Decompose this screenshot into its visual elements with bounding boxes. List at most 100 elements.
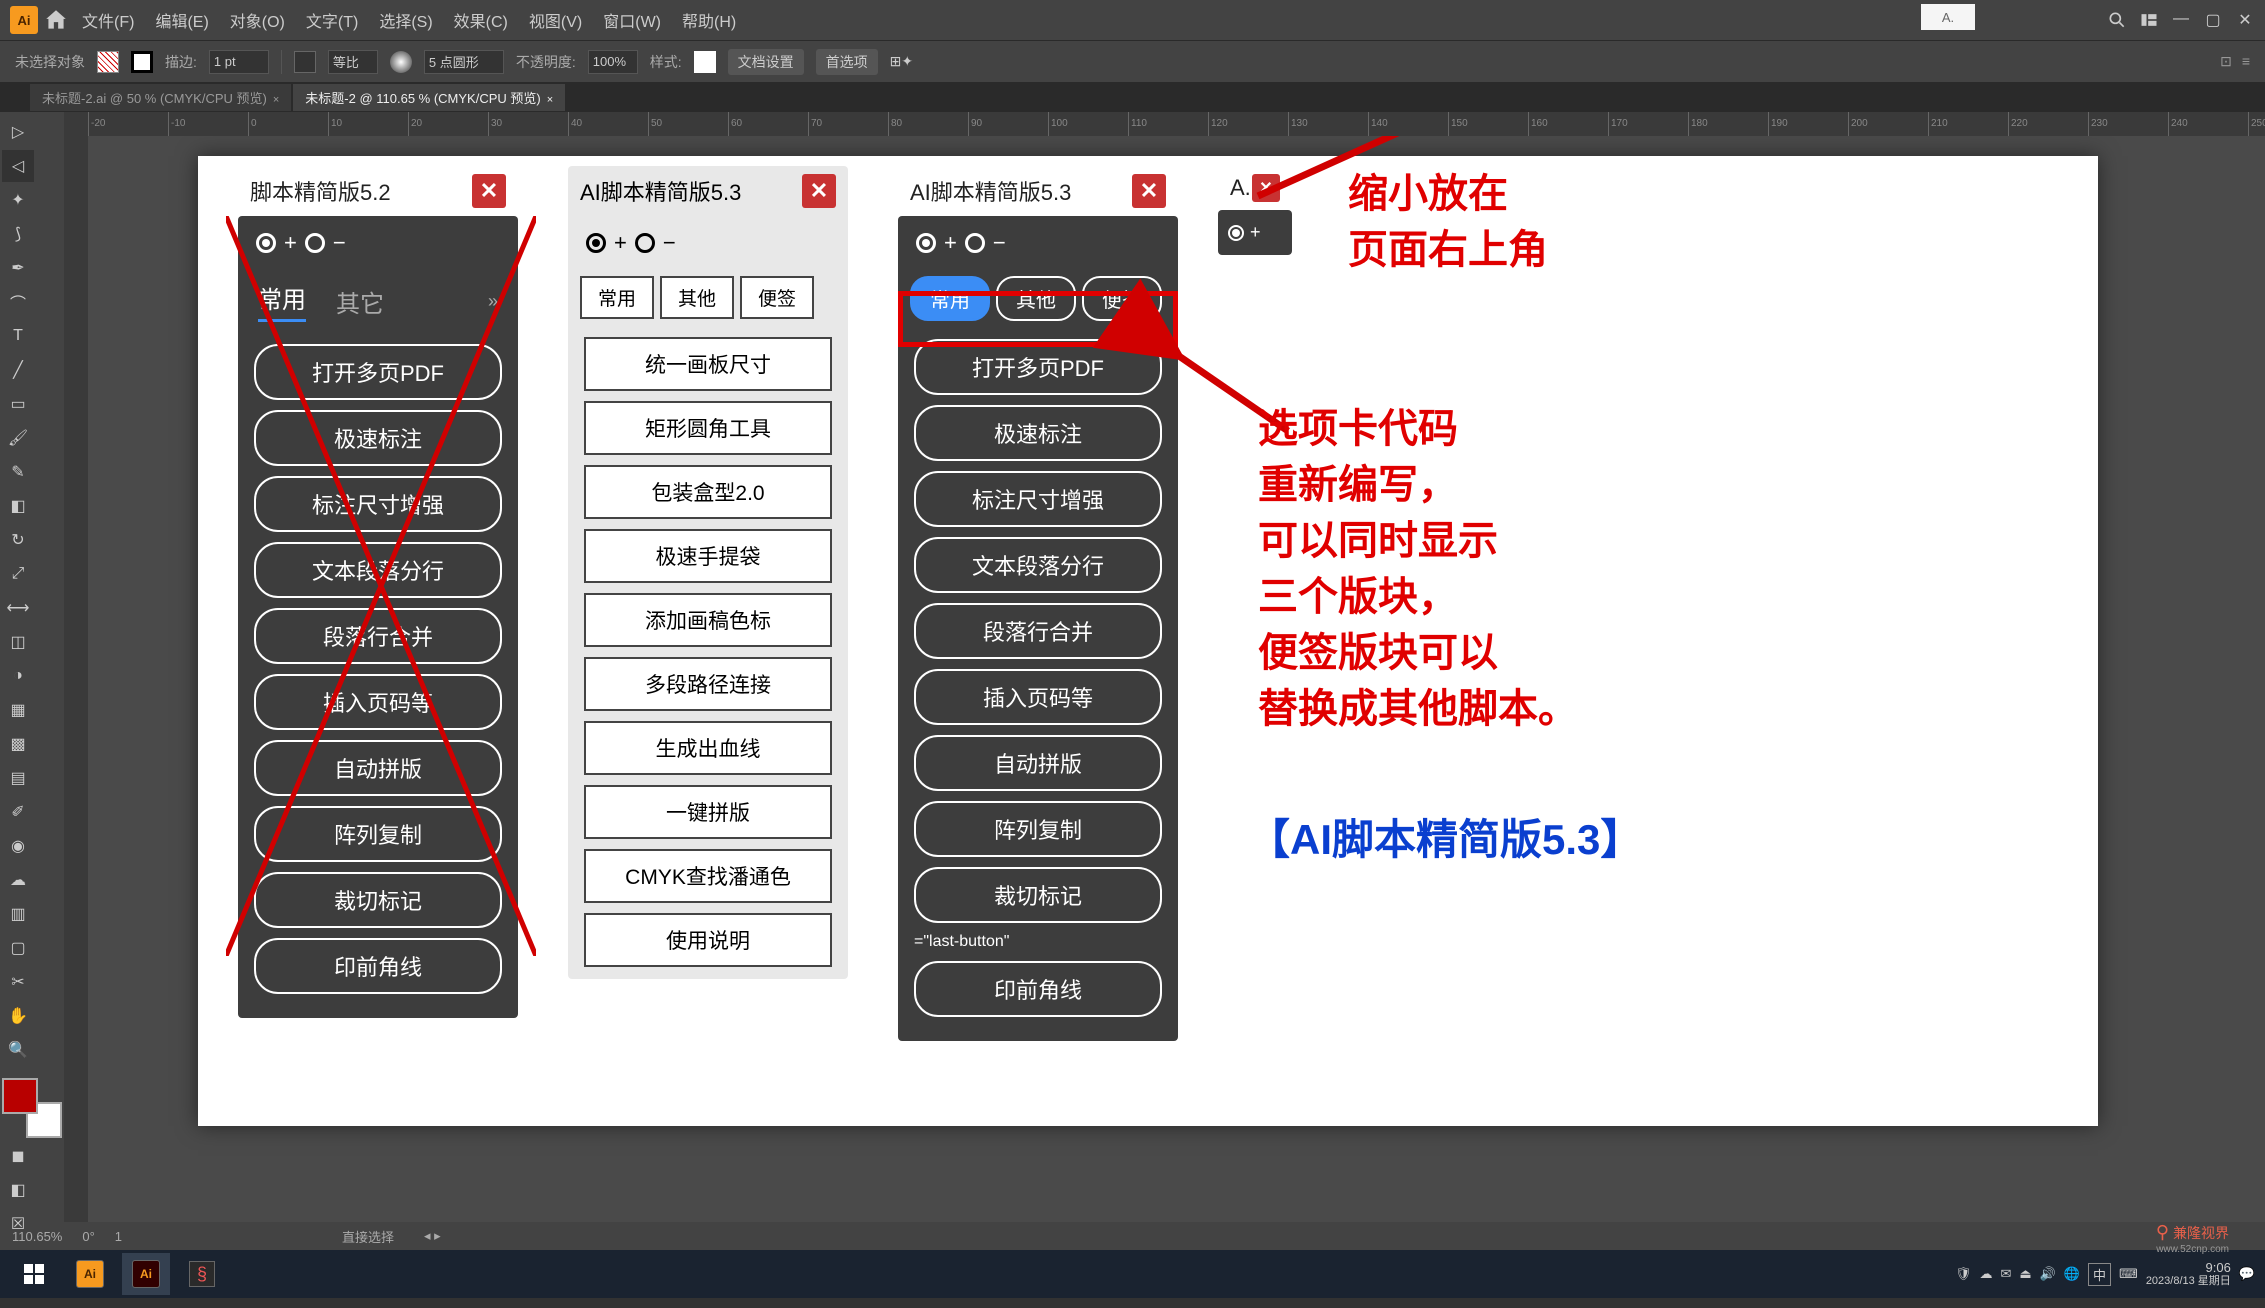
fill-mode-color[interactable]: ◼ bbox=[2, 1140, 34, 1172]
clock[interactable]: 9:06 2023/8/13 星期日 bbox=[2146, 1260, 2231, 1289]
artboard-nav[interactable]: 1 bbox=[115, 1229, 122, 1244]
radio-add[interactable] bbox=[586, 233, 606, 253]
scale-tool[interactable]: ⤢ bbox=[2, 558, 34, 590]
fill-swatch[interactable] bbox=[97, 51, 119, 73]
search-icon[interactable] bbox=[2107, 10, 2127, 30]
script-button[interactable]: 极速手提袋 bbox=[584, 529, 832, 583]
script-button[interactable]: 自动拼版 bbox=[914, 735, 1162, 791]
mesh-tool[interactable]: ▩ bbox=[2, 728, 34, 760]
tab-notes[interactable]: 便签 bbox=[740, 276, 814, 319]
style-swatch[interactable] bbox=[694, 51, 716, 73]
home-icon[interactable] bbox=[43, 7, 69, 33]
blend-tool[interactable]: ◉ bbox=[2, 830, 34, 862]
script-button[interactable]: 标注尺寸增强 bbox=[914, 471, 1162, 527]
taskbar-app-other[interactable]: § bbox=[178, 1253, 226, 1295]
color-picker[interactable] bbox=[2, 1078, 62, 1138]
width-tool[interactable]: ⟷ bbox=[2, 592, 34, 624]
start-button[interactable] bbox=[10, 1253, 58, 1295]
uniform-input[interactable] bbox=[328, 50, 378, 74]
grid-icon[interactable]: ⊞✦ bbox=[890, 53, 913, 70]
tray-network-icon[interactable]: 🌐 bbox=[2064, 1266, 2080, 1282]
script-button[interactable]: 插入页码等 bbox=[914, 669, 1162, 725]
script-button[interactable]: 阵列复制 bbox=[254, 806, 502, 862]
radio-add[interactable] bbox=[1228, 225, 1244, 241]
perspective-tool[interactable]: ▦ bbox=[2, 694, 34, 726]
varwidth-swatch[interactable] bbox=[294, 51, 316, 73]
slice-tool[interactable]: ✂ bbox=[2, 966, 34, 998]
script-button[interactable]: 段落行合并 bbox=[254, 608, 502, 664]
menu-file[interactable]: 文件(F) bbox=[74, 4, 142, 36]
direct-selection-tool[interactable]: ◁ bbox=[2, 150, 34, 182]
radio-add[interactable] bbox=[916, 233, 936, 253]
script-button[interactable]: 文本段落分行 bbox=[914, 537, 1162, 593]
menu-select[interactable]: 选择(S) bbox=[371, 4, 440, 36]
menu-edit[interactable]: 编辑(E) bbox=[147, 4, 216, 36]
selection-tool[interactable]: ▷ bbox=[2, 116, 34, 148]
script-button[interactable]: 文本段落分行 bbox=[254, 542, 502, 598]
script-button[interactable]: 印前角线 bbox=[254, 938, 502, 994]
script-button[interactable]: 统一画板尺寸 bbox=[584, 337, 832, 391]
graph-tool[interactable]: ▥ bbox=[2, 898, 34, 930]
script-button[interactable]: 阵列复制 bbox=[914, 801, 1162, 857]
win-max-icon[interactable]: ▢ bbox=[2203, 10, 2223, 30]
shaper-tool[interactable]: ✎ bbox=[2, 456, 34, 488]
menu-effect[interactable]: 效果(C) bbox=[446, 4, 516, 36]
fill-mode-gradient[interactable]: ◧ bbox=[2, 1174, 34, 1206]
eyedropper-tool[interactable]: ✐ bbox=[2, 796, 34, 828]
tab-common[interactable]: 常用 bbox=[258, 280, 306, 322]
script-button[interactable]: 包装盒型2.0 bbox=[584, 465, 832, 519]
stroke-swatch[interactable] bbox=[131, 51, 153, 73]
script-button[interactable]: 打开多页PDF bbox=[914, 339, 1162, 395]
script-button[interactable]: 一键拼版 bbox=[584, 785, 832, 839]
radio-sub[interactable] bbox=[635, 233, 655, 253]
win-min-icon[interactable]: — bbox=[2171, 10, 2191, 30]
pen-tool[interactable]: ✒ bbox=[2, 252, 34, 284]
tab-other[interactable]: 其他 bbox=[660, 276, 734, 319]
fg-color-swatch[interactable] bbox=[2, 1078, 38, 1114]
zoom-tool[interactable]: 🔍 bbox=[2, 1034, 34, 1066]
tray-icon[interactable]: ✉ bbox=[2000, 1266, 2011, 1282]
shape-builder-tool[interactable]: ◑ bbox=[2, 660, 34, 692]
prefs-button[interactable]: 首选项 bbox=[816, 49, 878, 75]
lasso-tool[interactable]: ⟆ bbox=[2, 218, 34, 250]
script-button[interactable]: 打开多页PDF bbox=[254, 344, 502, 400]
rotate-value[interactable]: 0° bbox=[82, 1229, 94, 1244]
script-button[interactable]: 添加画稿色标 bbox=[584, 593, 832, 647]
zoom-level[interactable]: 110.65% bbox=[12, 1229, 62, 1244]
script-button[interactable]: CMYK查找潘通色 bbox=[584, 849, 832, 903]
free-transform-tool[interactable]: ◫ bbox=[2, 626, 34, 658]
mini-docked-panel[interactable]: A. bbox=[1921, 4, 1975, 30]
rectangle-tool[interactable]: ▭ bbox=[2, 388, 34, 420]
curvature-tool[interactable]: ⌒ bbox=[2, 286, 34, 318]
symbol-tool[interactable]: ☁ bbox=[2, 864, 34, 896]
close-button[interactable]: ✕ bbox=[472, 174, 506, 208]
taskbar-app-ai-2[interactable]: Ai bbox=[122, 1253, 170, 1295]
type-tool[interactable]: T bbox=[2, 320, 34, 352]
tab-other[interactable]: 其他 bbox=[996, 276, 1076, 321]
opacity-input[interactable] bbox=[588, 50, 638, 74]
tab-common[interactable]: 常用 bbox=[580, 276, 654, 319]
artboard-tool[interactable]: ▢ bbox=[2, 932, 34, 964]
hand-tool[interactable]: ✋ bbox=[2, 1000, 34, 1032]
menu-window[interactable]: 窗口(W) bbox=[595, 4, 669, 36]
script-button[interactable]: 使用说明 bbox=[584, 913, 832, 967]
gradient-tool[interactable]: ▤ bbox=[2, 762, 34, 794]
script-button[interactable]: 极速标注 bbox=[254, 410, 502, 466]
radio-sub[interactable] bbox=[965, 233, 985, 253]
win-close-icon[interactable]: ✕ bbox=[2235, 10, 2255, 30]
menu-view[interactable]: 视图(V) bbox=[521, 4, 590, 36]
line-tool[interactable]: ╱ bbox=[2, 354, 34, 386]
tray-ime[interactable]: 中 bbox=[2088, 1263, 2111, 1286]
rotate-tool[interactable]: ↻ bbox=[2, 524, 34, 556]
stroke-weight-input[interactable] bbox=[209, 50, 269, 74]
notifications-icon[interactable]: 💬 bbox=[2239, 1266, 2255, 1282]
script-button[interactable]: 段落行合并 bbox=[914, 603, 1162, 659]
tray-volume-icon[interactable]: 🔊 bbox=[2040, 1266, 2056, 1282]
taskbar-app-ai[interactable]: Ai bbox=[66, 1253, 114, 1295]
brush-swatch[interactable] bbox=[390, 51, 412, 73]
tray-icon[interactable]: ⏏ bbox=[2019, 1266, 2031, 1282]
menu-object[interactable]: 对象(O) bbox=[222, 4, 293, 36]
panel-toggle-icon[interactable]: ⊡ bbox=[2220, 53, 2232, 70]
script-button[interactable]: 极速标注 bbox=[914, 405, 1162, 461]
eraser-tool[interactable]: ◧ bbox=[2, 490, 34, 522]
